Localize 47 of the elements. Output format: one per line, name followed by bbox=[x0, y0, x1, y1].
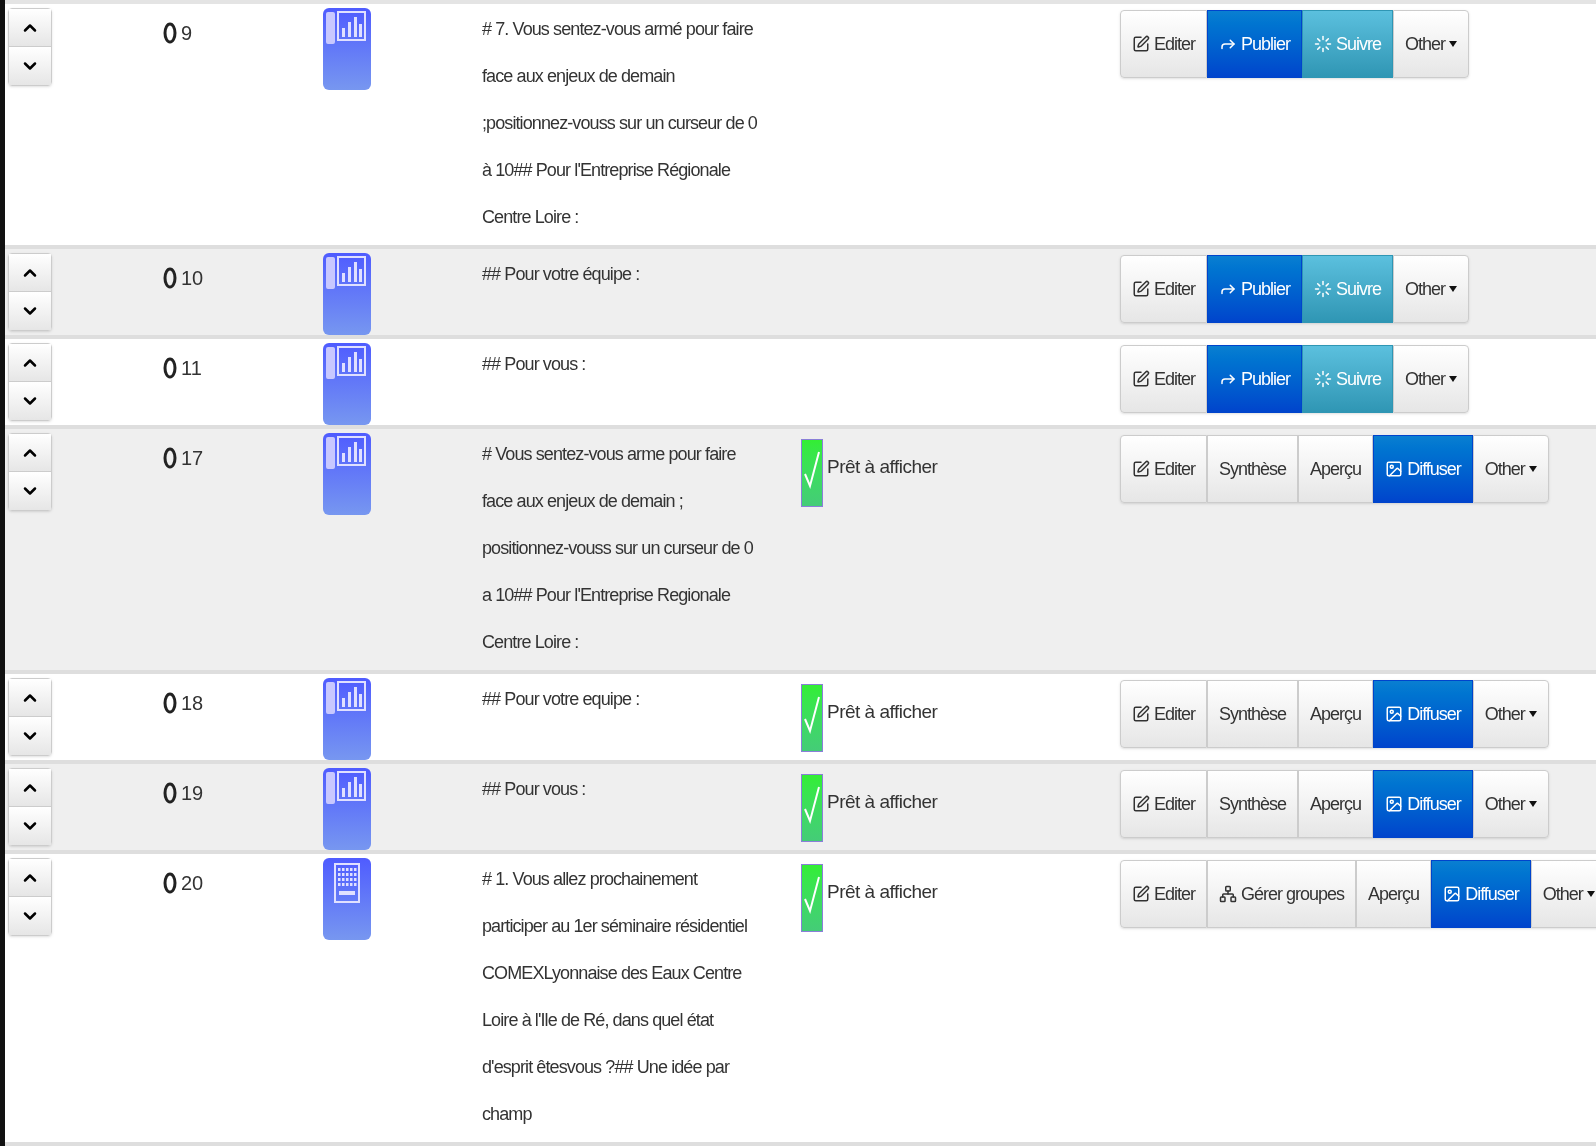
action-button[interactable]: Editer bbox=[1120, 255, 1208, 323]
action-button[interactable]: Synthèse bbox=[1207, 770, 1299, 838]
item-number: 18 bbox=[181, 691, 204, 716]
question-text: # 7. Vous sentez-vous armé pour faire face aux enjeux de demain ;positionnez-vouss sur un curseur de 0 à 10## Pour l'Entreprise Régionale Centre Loire : bbox=[482, 18, 758, 229]
status-label: Prêt à afficher bbox=[827, 880, 938, 904]
dropdown-button[interactable]: Other bbox=[1472, 435, 1549, 503]
item-number: 17 bbox=[181, 446, 204, 471]
action-button[interactable]: Publier bbox=[1207, 345, 1303, 413]
action-button[interactable]: Editer bbox=[1120, 435, 1208, 503]
item-number: 10 bbox=[181, 266, 204, 291]
status-label: Prêt à afficher bbox=[827, 790, 938, 814]
action-button[interactable]: Publier bbox=[1207, 255, 1303, 323]
action-button[interactable]: Aperçu bbox=[1356, 860, 1432, 928]
action-button[interactable]: Aperçu bbox=[1298, 680, 1374, 748]
question-text: ## Pour vous : bbox=[482, 353, 587, 376]
question-text: # Vous sentez-vous arme pour faire face aux enjeux de demain ; positionnez-vouss sur un curseur de 0 a 10## Pour l'Entreprise Regionale Centre Loire : bbox=[482, 443, 754, 654]
dropdown-button[interactable]: Other bbox=[1530, 860, 1596, 928]
action-button[interactable]: Diffuser bbox=[1373, 435, 1473, 503]
dropdown-button[interactable]: Other bbox=[1472, 770, 1549, 838]
action-button[interactable]: Editer bbox=[1120, 860, 1208, 928]
action-button[interactable]: Aperçu bbox=[1298, 770, 1374, 838]
action-button[interactable]: Editer bbox=[1120, 345, 1208, 413]
action-button[interactable]: Synthèse bbox=[1207, 680, 1299, 748]
action-button[interactable]: Editer bbox=[1120, 680, 1208, 748]
item-number: 11 bbox=[181, 356, 202, 381]
dropdown-button[interactable]: Other bbox=[1393, 10, 1470, 78]
action-button[interactable]: Gérer groupes bbox=[1207, 860, 1357, 928]
dropdown-button[interactable]: Other bbox=[1472, 680, 1549, 748]
action-button[interactable]: Diffuser bbox=[1373, 770, 1473, 838]
question-text: ## Pour vous : bbox=[482, 778, 587, 801]
item-number: 19 bbox=[181, 781, 204, 806]
action-button[interactable]: Editer bbox=[1120, 10, 1208, 78]
question-text: # 1. Vous allez prochainement participer au 1er séminaire résidentiel COMEXLyonnaise des Eaux Centre Loire à l'Ile de Ré, dans quel état d'esprit êtesvous ?## Une idée par champ bbox=[482, 868, 749, 1126]
action-button[interactable]: Aperçu bbox=[1298, 435, 1374, 503]
dropdown-button[interactable]: Other bbox=[1393, 345, 1470, 413]
question-text: ## Pour votre equipe : bbox=[482, 688, 641, 711]
action-button[interactable]: Editer bbox=[1120, 770, 1208, 838]
action-button[interactable]: Diffuser bbox=[1373, 680, 1473, 748]
question-text: ## Pour votre équipe : bbox=[482, 263, 641, 286]
status-label: Prêt à afficher bbox=[827, 455, 938, 479]
dropdown-button[interactable]: Other bbox=[1393, 255, 1470, 323]
status-label: Prêt à afficher bbox=[827, 700, 938, 724]
item-number: 9 bbox=[181, 21, 193, 46]
action-button[interactable]: Diffuser bbox=[1431, 860, 1531, 928]
action-button[interactable]: Publier bbox=[1207, 10, 1303, 78]
action-button[interactable]: Synthèse bbox=[1207, 435, 1299, 503]
item-number: 20 bbox=[181, 871, 204, 896]
